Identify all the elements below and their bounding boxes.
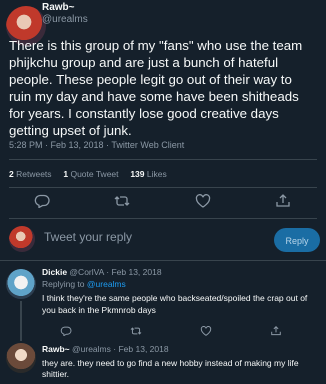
- reply-icon[interactable]: [60, 326, 72, 336]
- reply-text: I think they're the same people who back…: [42, 293, 308, 315]
- reply-button[interactable]: Reply: [274, 228, 320, 252]
- likes-label: Likes: [146, 169, 167, 179]
- likes-count: 139: [130, 169, 145, 179]
- tweet-stats: 2 Retweets 1 Quote Tweet 139 Likes: [9, 169, 167, 179]
- reply-avatar[interactable]: [6, 269, 36, 299]
- like-icon[interactable]: [200, 326, 212, 336]
- share-icon[interactable]: [270, 326, 282, 336]
- compose-avatar: [9, 226, 35, 252]
- retweet-icon[interactable]: [114, 194, 130, 208]
- reply-display-name[interactable]: Rawb~: [42, 344, 70, 354]
- separator: ·: [113, 344, 117, 354]
- reply-icon[interactable]: [34, 194, 50, 208]
- tweet-timestamp[interactable]: 5:28 PM · Feb 13, 2018 · Twitter Web Cli…: [9, 140, 184, 150]
- retweets-stat[interactable]: 2 Retweets: [9, 169, 52, 179]
- reply-text: they are. they need to go find a new hob…: [42, 358, 299, 379]
- divider: [9, 218, 317, 219]
- quotes-label: Quote Tweet: [70, 169, 119, 179]
- tweet-text: There is this group of my "fans" who use…: [9, 38, 303, 138]
- replying-to-label: Replying to: [42, 279, 85, 289]
- quotes-count: 1: [63, 169, 69, 179]
- reply-handle[interactable]: @urealms: [72, 344, 111, 354]
- retweets-count: 2: [9, 169, 14, 179]
- reply-date[interactable]: Feb 13, 2018: [111, 267, 161, 277]
- replying-to-handle[interactable]: @urealms: [87, 279, 126, 289]
- reply-header: Rawb~ @urealms · Feb 13, 2018: [42, 344, 169, 354]
- thread-line: [20, 301, 22, 341]
- replying-to: Replying to @urealms: [42, 279, 126, 289]
- reply-date[interactable]: Feb 13, 2018: [118, 344, 168, 354]
- retweets-label: Retweets: [16, 169, 52, 179]
- retweet-icon[interactable]: [130, 326, 142, 336]
- divider: [0, 260, 326, 261]
- share-icon[interactable]: [275, 194, 291, 208]
- reply-header: Dickie @CorlVA · Feb 13, 2018: [42, 267, 162, 277]
- reply-display-name[interactable]: Dickie: [42, 267, 67, 277]
- reply-handle[interactable]: @CorlVA: [69, 267, 103, 277]
- likes-stat[interactable]: 139 Likes: [130, 169, 166, 179]
- separator: ·: [106, 267, 110, 277]
- reply-avatar[interactable]: [6, 343, 36, 373]
- divider: [9, 187, 317, 188]
- divider: [9, 159, 317, 160]
- author-display-name[interactable]: Rawb~: [42, 2, 75, 13]
- quotes-stat[interactable]: 1 Quote Tweet: [63, 169, 118, 179]
- like-icon[interactable]: [195, 194, 211, 208]
- author-handle[interactable]: @urealms: [42, 14, 88, 25]
- reply-input[interactable]: [44, 230, 224, 244]
